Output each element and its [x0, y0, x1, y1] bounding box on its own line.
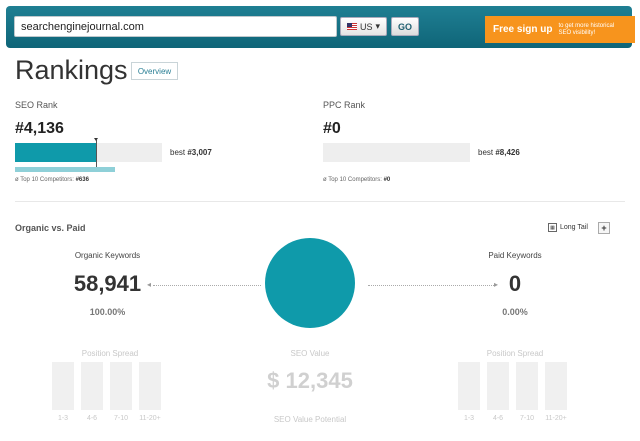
ppc-rank-bar — [323, 143, 470, 162]
seo-value-potential-label: SEO Value Potential — [273, 415, 347, 424]
calendar-icon: ▦ — [548, 223, 557, 232]
ppc-competitors-value: #0 — [383, 177, 391, 183]
spread-bar — [487, 362, 509, 410]
position-spread-label-left: Position Spread — [81, 349, 139, 358]
country-label: US — [359, 21, 373, 32]
us-flag-icon — [346, 23, 357, 30]
seo-rank-label: SEO Rank — [15, 100, 58, 110]
ppc-best-value: #8,426 — [495, 148, 520, 157]
organic-keywords-label: Organic Keywords — [74, 251, 141, 260]
paid-keywords-value: 0 — [508, 271, 522, 296]
ppc-competitors-label: ø Top 10 Competitors: #0 — [323, 177, 390, 183]
section-divider — [15, 201, 625, 202]
organic-keywords-percent: 100.00% — [89, 307, 126, 317]
seo-rank-fill — [15, 143, 96, 162]
ppc-competitors-prefix: ø Top 10 Competitors: — [323, 177, 382, 183]
spread-bucket-label: 7-10 — [113, 415, 128, 422]
page: US ▾ GO Free sign up to get more histori… — [0, 0, 640, 441]
seo-value: $ 12,345 — [267, 368, 353, 393]
seo-value-label: SEO Value — [290, 349, 330, 358]
spread-bar — [139, 362, 161, 410]
domain-search-input[interactable] — [14, 16, 337, 37]
seo-rank-bar — [15, 143, 162, 162]
spread-bucket-label: 1-3 — [57, 415, 69, 422]
seo-rank-marker — [94, 138, 98, 167]
paid-keywords-label: Paid Keywords — [488, 251, 542, 260]
signup-sub-label: to get more historical SEO visibility! — [558, 22, 615, 36]
seo-best-rank: best #3,007 — [170, 148, 212, 157]
country-select[interactable]: US ▾ — [340, 17, 387, 36]
spread-bar — [545, 362, 567, 410]
seo-best-value: #3,007 — [187, 148, 212, 157]
ppc-best-prefix: best — [478, 148, 494, 157]
go-button[interactable]: GO — [391, 17, 419, 36]
signup-main-label: Free sign up — [493, 24, 553, 35]
add-button[interactable]: + — [598, 222, 610, 234]
organic-paid-pie — [265, 238, 355, 328]
long-tail-label: Long Tail — [560, 224, 588, 231]
spread-bucket-label: 1-3 — [463, 415, 475, 422]
spread-bucket-label: 7-10 — [519, 415, 534, 422]
seo-competitors-label: ø Top 10 Competitors: #636 — [15, 177, 89, 183]
ppc-rank-label: PPC Rank — [323, 100, 366, 110]
ppc-best-rank: best #8,426 — [478, 148, 520, 157]
seo-best-prefix: best — [170, 148, 186, 157]
free-signup-button[interactable]: Free sign up to get more historical SEO … — [485, 16, 635, 43]
overview-button[interactable]: Overview — [131, 62, 178, 80]
seo-competitors-value: #636 — [75, 177, 89, 183]
seo-rank-value: #4,136 — [15, 120, 64, 137]
seo-competitors-prefix: ø Top 10 Competitors: — [15, 177, 74, 183]
spread-bar — [110, 362, 132, 410]
ppc-rank-value: #0 — [323, 120, 341, 137]
spread-bar — [52, 362, 74, 410]
organic-keywords-value: 58,941 — [73, 271, 142, 296]
top-search-bar: US ▾ GO Free sign up to get more histori… — [6, 6, 635, 48]
organic-vs-paid-title: Organic vs. Paid — [15, 223, 86, 233]
spread-bucket-label: 4-6 — [492, 415, 504, 422]
spread-bucket-label: 11-20+ — [139, 415, 161, 422]
long-tail-toggle[interactable]: ▦ Long Tail — [548, 223, 588, 232]
paid-keywords-percent: 0.00% — [502, 307, 528, 317]
chevron-down-icon: ▾ — [375, 21, 381, 31]
position-spread-label-right: Position Spread — [486, 349, 544, 358]
page-title: Rankings — [15, 55, 128, 85]
spread-bar — [516, 362, 538, 410]
left-arrow-icon: ◂ — [147, 280, 152, 289]
spread-bucket-label: 11-20+ — [545, 415, 567, 422]
spread-bar — [458, 362, 480, 410]
seo-competitors-bar — [15, 167, 115, 172]
spread-bucket-label: 4-6 — [86, 415, 98, 422]
organic-connector — [153, 285, 261, 286]
spread-bar — [81, 362, 103, 410]
